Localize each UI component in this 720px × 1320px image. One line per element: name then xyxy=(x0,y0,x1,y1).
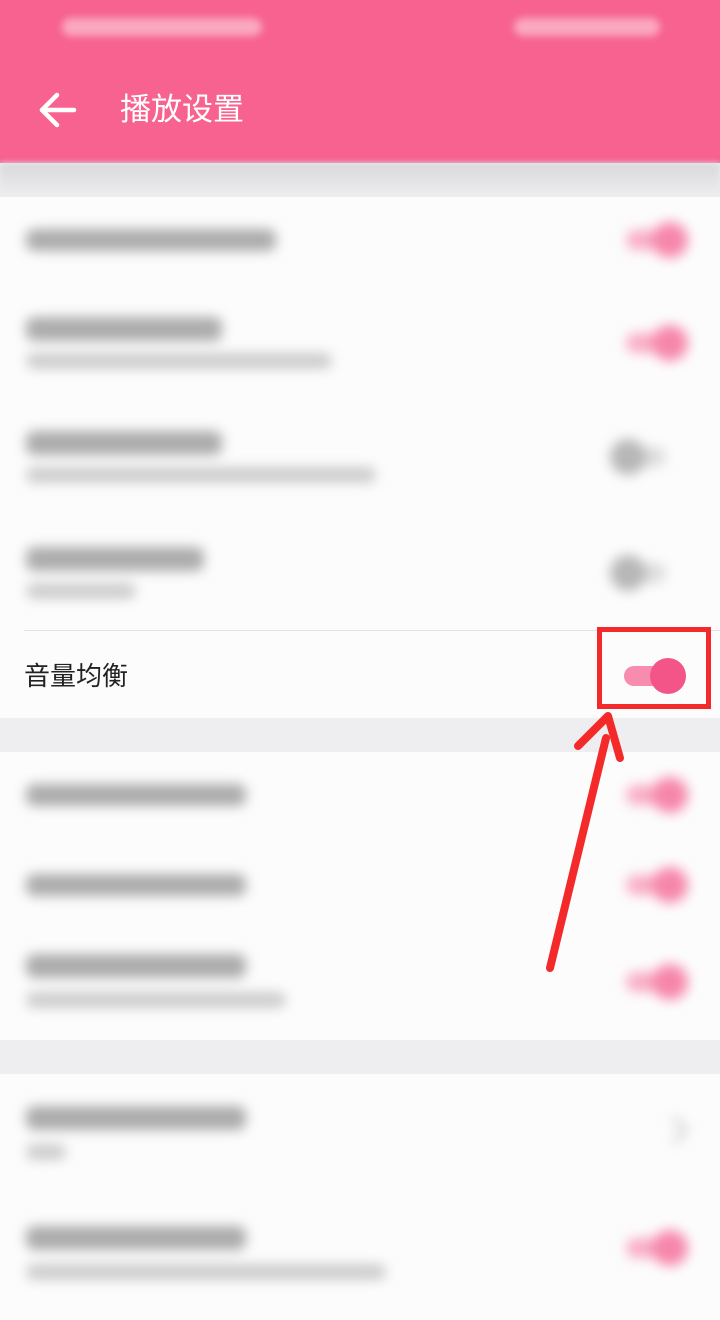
annotation-arrow xyxy=(546,712,624,972)
